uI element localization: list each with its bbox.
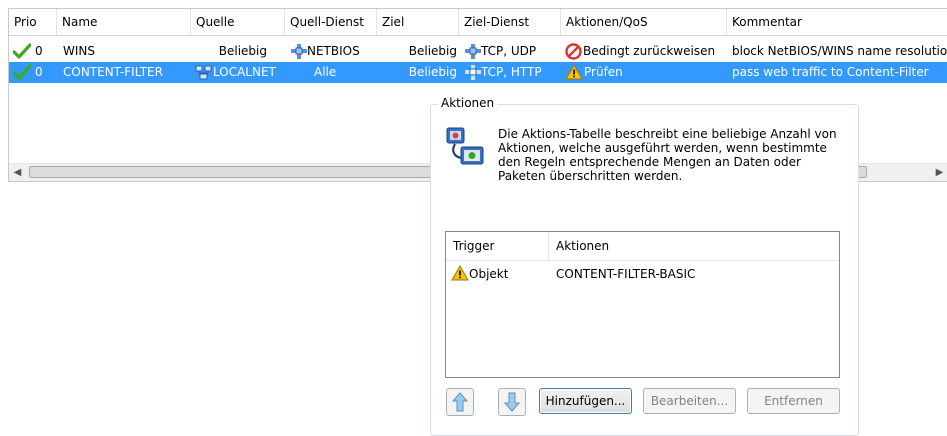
col-header-kommentar[interactable]: Kommentar <box>727 9 947 35</box>
rule-source: LOCALNET <box>213 65 276 79</box>
arrow-down-icon <box>503 392 521 415</box>
table-row-selected[interactable]: 0 CONTENT-FILTER LOCALNET Alle Beliebig … <box>9 62 947 83</box>
rule-comment: block NetBIOS/WINS name resolution <box>732 44 947 58</box>
warning-icon <box>451 264 469 284</box>
rule-action: Prüfen <box>584 65 623 79</box>
actions-list: Trigger Aktionen Objekt CONTENT-FILTER-B… <box>445 231 840 378</box>
remove-button[interactable]: Entfernen <box>747 388 840 414</box>
rule-destination-service: TCP, HTTP <box>481 65 542 79</box>
col-header-ziel-dienst[interactable]: Ziel-Dienst <box>459 9 561 35</box>
col-header-ziel[interactable]: Ziel <box>377 9 459 35</box>
actions-group-title: Aktionen <box>438 96 498 110</box>
network-service-icon <box>465 65 481 83</box>
warning-icon <box>565 63 583 83</box>
table-row[interactable]: 0 WINS Beliebig NETBIOS Beliebig TCP, UD… <box>9 41 947 62</box>
action-trigger: Objekt <box>469 267 509 281</box>
add-button[interactable]: Hinzufügen... <box>539 388 632 414</box>
rule-source-service: Alle <box>314 65 337 79</box>
actions-description: Die Aktions-Tabelle beschreibt eine beli… <box>498 127 837 183</box>
scroll-left-icon[interactable]: ◀ <box>9 164 26 181</box>
move-up-button[interactable] <box>446 388 474 416</box>
actions-list-header: Trigger Aktionen <box>446 232 839 261</box>
col-header-prio[interactable]: Prio <box>9 9 57 35</box>
col-header-aktionen[interactable]: Aktionen/QoS <box>561 9 727 35</box>
rule-prio: 0 <box>35 44 43 58</box>
network-service-icon <box>465 44 481 62</box>
col-header-quelle[interactable]: Quelle <box>191 9 285 35</box>
rule-destination: Beliebig <box>408 44 457 58</box>
rule-comment: pass web traffic to Content-Filter <box>732 65 929 79</box>
rule-source: Beliebig <box>218 44 267 58</box>
rule-action: Bedingt zurückweisen <box>583 44 716 58</box>
rules-table-header: Prio Name Quelle Quell-Dienst Ziel Ziel-… <box>9 9 947 36</box>
col-header-quell-dienst[interactable]: Quell-Dienst <box>285 9 377 35</box>
check-icon <box>12 64 32 83</box>
deny-icon <box>565 43 582 63</box>
col-header-actions[interactable]: Aktionen <box>549 232 839 260</box>
rule-name: WINS <box>63 44 95 58</box>
col-header-name[interactable]: Name <box>57 9 191 35</box>
network-icon <box>195 65 212 83</box>
check-icon <box>12 43 32 62</box>
list-item[interactable]: Objekt CONTENT-FILTER-BASIC <box>446 263 839 285</box>
rule-prio: 0 <box>35 65 43 79</box>
rule-name: CONTENT-FILTER <box>63 65 163 79</box>
rule-destination-service: TCP, UDP <box>481 44 537 58</box>
col-header-trigger[interactable]: Trigger <box>446 232 549 260</box>
scroll-right-icon[interactable]: ▶ <box>931 164 947 181</box>
edit-button[interactable]: Bearbeiten... <box>643 388 736 414</box>
rule-source-service: NETBIOS <box>307 44 360 58</box>
move-down-button[interactable] <box>498 388 526 416</box>
action-name: CONTENT-FILTER-BASIC <box>556 267 696 281</box>
network-service-icon <box>291 44 307 62</box>
actions-table-icon <box>446 127 486 170</box>
rule-destination: Beliebig <box>408 65 457 79</box>
arrow-up-icon <box>451 392 469 415</box>
